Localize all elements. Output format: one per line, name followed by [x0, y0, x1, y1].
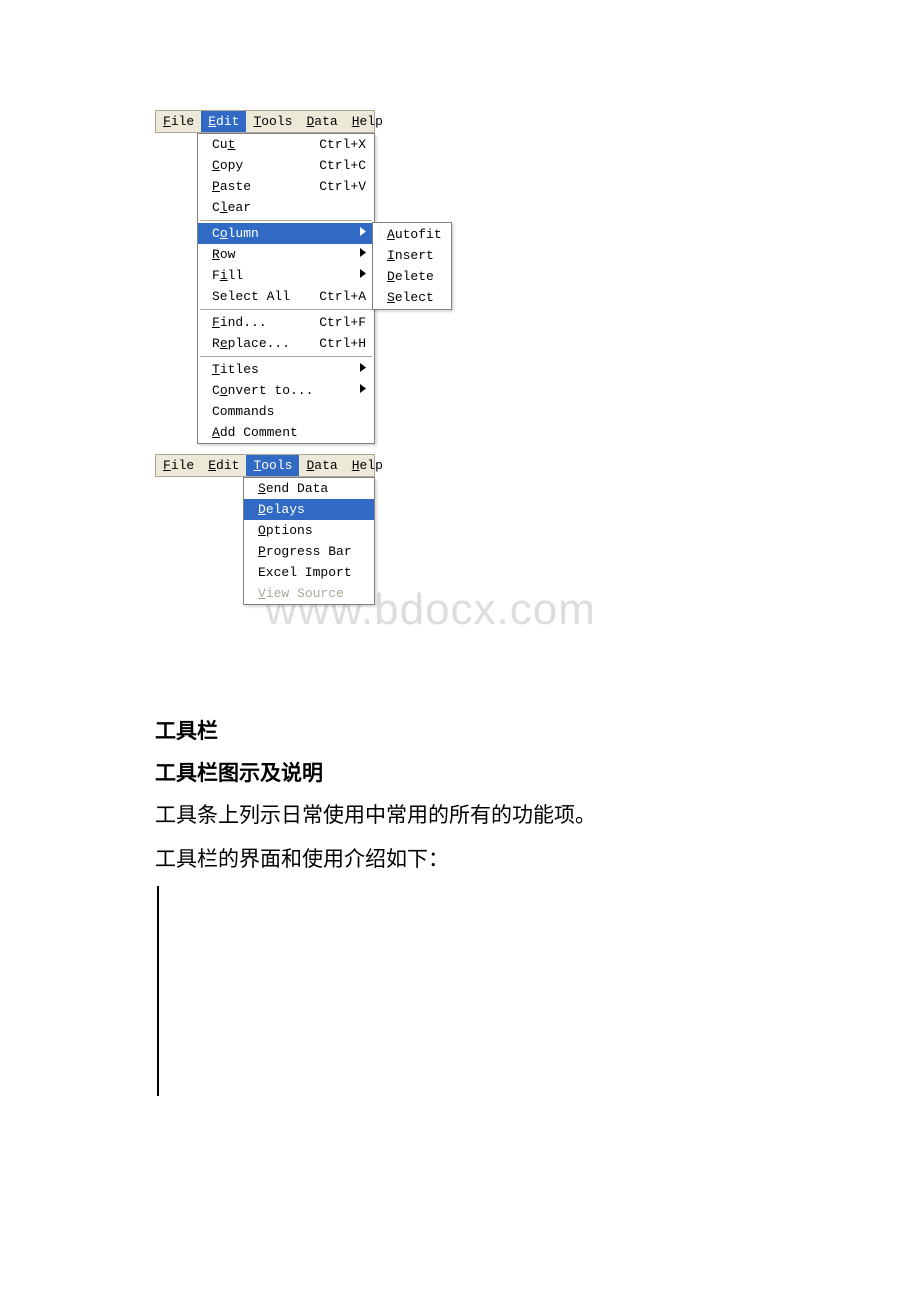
menu-clear[interactable]: Clear [198, 197, 374, 218]
menu-commands[interactable]: Commands [198, 401, 374, 422]
menubar-file[interactable]: File [156, 455, 201, 476]
heading-toolbar-desc: 工具栏图示及说明 [155, 757, 765, 787]
menubar-tools[interactable]: Tools [246, 455, 299, 476]
menu-fill[interactable]: Fill [198, 265, 374, 286]
menubar-edit[interactable]: Edit [201, 111, 246, 132]
menubar-2: File Edit Tools Data Help [155, 454, 375, 477]
menu-separator [200, 309, 372, 310]
tools-menu-screenshot: File Edit Tools Data Help Send Data Dela… [155, 454, 765, 605]
menu-view-source: View Source [244, 583, 374, 604]
tools-dropdown: Send Data Delays Options Progress Bar Ex… [243, 477, 375, 605]
menu-progress-bar[interactable]: Progress Bar [244, 541, 374, 562]
menu-paste[interactable]: Paste Ctrl+V [198, 176, 374, 197]
menu-cut[interactable]: Cut Ctrl+X [198, 134, 374, 155]
menubar-data[interactable]: Data [299, 455, 344, 476]
menubar-help[interactable]: Help [345, 455, 390, 476]
submenu-arrow-icon [360, 227, 366, 240]
submenu-autofit[interactable]: Autofit [373, 224, 451, 245]
submenu-arrow-icon [360, 269, 366, 282]
menu-titles[interactable]: Titles [198, 359, 374, 380]
menu-select-all[interactable]: Select All Ctrl+A [198, 286, 374, 307]
menubar-help[interactable]: Help [345, 111, 390, 132]
shortcut-label: Ctrl+C [319, 158, 366, 173]
menubar-edit[interactable]: Edit [201, 455, 246, 476]
submenu-arrow-icon [360, 248, 366, 261]
menu-separator [200, 220, 372, 221]
menubar-1: File Edit Tools Data Help [155, 110, 375, 133]
menu-add-comment[interactable]: Add Comment [198, 422, 374, 443]
menu-send-data[interactable]: Send Data [244, 478, 374, 499]
menu-row[interactable]: Row [198, 244, 374, 265]
menu-copy[interactable]: Copy Ctrl+C [198, 155, 374, 176]
menu-column[interactable]: Column Autofit Insert Delete Select [198, 223, 374, 244]
shortcut-label: Ctrl+X [319, 137, 366, 152]
menu-replace[interactable]: Replace... Ctrl+H [198, 333, 374, 354]
menu-options[interactable]: Options [244, 520, 374, 541]
edit-menu-screenshot: File Edit Tools Data Help Cut Ctrl+X Cop… [155, 110, 765, 444]
menu-delays[interactable]: Delays [244, 499, 374, 520]
shortcut-label: Ctrl+F [319, 315, 366, 330]
menubar-tools[interactable]: Tools [246, 111, 299, 132]
submenu-select[interactable]: Select [373, 287, 451, 308]
heading-toolbar: 工具栏 [155, 715, 765, 745]
submenu-arrow-icon [360, 384, 366, 397]
menubar-file[interactable]: File [156, 111, 201, 132]
submenu-insert[interactable]: Insert [373, 245, 451, 266]
shortcut-label: Ctrl+H [319, 336, 366, 351]
document-text: 工具栏 工具栏图示及说明 工具条上列示日常使用中常用的所有的功能项。 工具栏的界… [155, 715, 765, 1096]
paragraph-1: 工具条上列示日常使用中常用的所有的功能项。 [155, 799, 765, 833]
menu-separator [200, 356, 372, 357]
paragraph-2: 工具栏的界面和使用介绍如下： [155, 843, 765, 877]
submenu-delete[interactable]: Delete [373, 266, 451, 287]
shortcut-label: Ctrl+V [319, 179, 366, 194]
column-submenu: Autofit Insert Delete Select [372, 222, 452, 310]
menubar-data[interactable]: Data [299, 111, 344, 132]
menu-find[interactable]: Find... Ctrl+F [198, 312, 374, 333]
submenu-arrow-icon [360, 363, 366, 376]
menu-excel-import[interactable]: Excel Import [244, 562, 374, 583]
menu-convert-to[interactable]: Convert to... [198, 380, 374, 401]
vertical-bar [157, 886, 765, 1096]
edit-dropdown: Cut Ctrl+X Copy Ctrl+C Paste Ctrl+V Clea… [197, 133, 375, 444]
shortcut-label: Ctrl+A [319, 289, 366, 304]
